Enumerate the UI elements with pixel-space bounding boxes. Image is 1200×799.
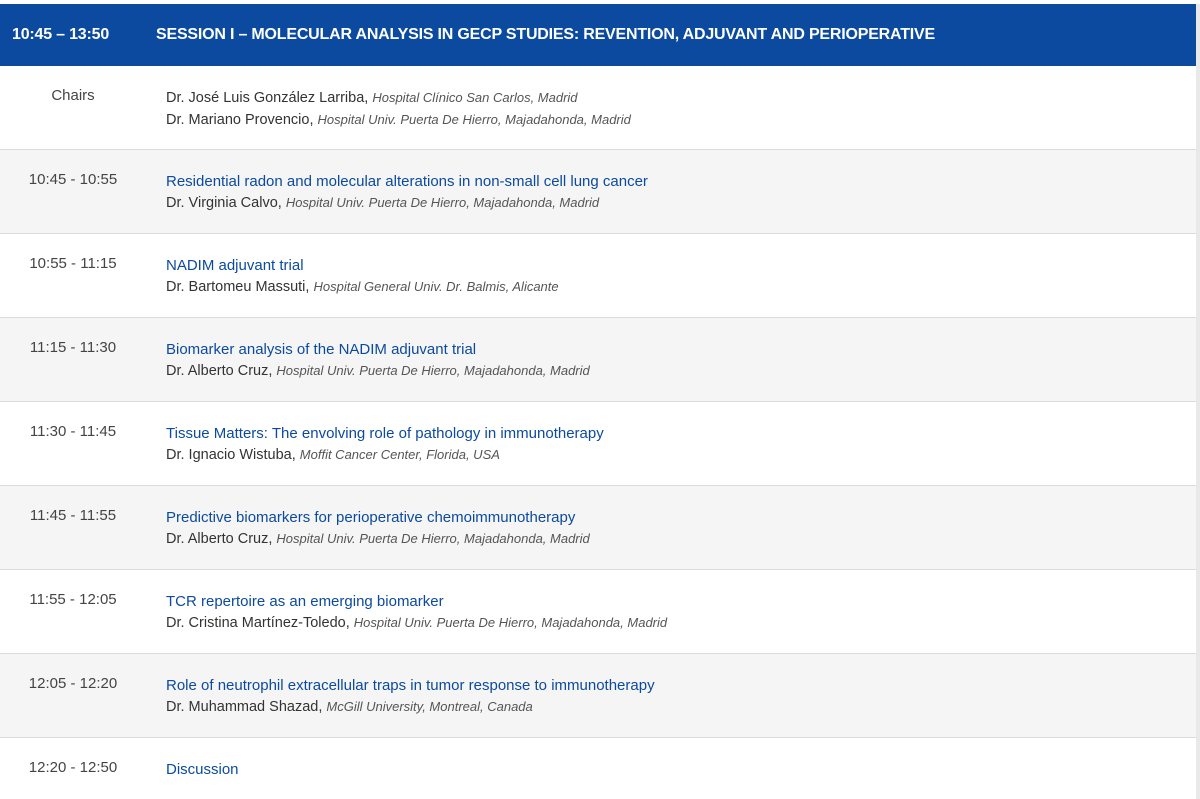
chair-name: Dr. Mariano Provencio,: [166, 112, 314, 128]
talk-time: 10:55 - 11:15: [29, 255, 117, 272]
talk-time: 11:15 - 11:30: [29, 339, 117, 356]
talk-content: Residential radon and molecular alterati…: [146, 150, 648, 214]
talk-content: Tissue Matters: The envolving role of pa…: [146, 402, 604, 466]
agenda-page: 10:45 – 13:50 SESSION I – MOLECULAR ANAL…: [0, 0, 1200, 799]
talk-speaker: Dr. Muhammad Shazad, McGill University, …: [166, 696, 655, 718]
session-header: 10:45 – 13:50 SESSION I – MOLECULAR ANAL…: [0, 4, 1196, 66]
chair-affiliation: Hospital Clínico San Carlos, Madrid: [372, 90, 578, 105]
chairs-row: Chairs Dr. José Luis González Larriba, H…: [0, 66, 1196, 150]
talk-title[interactable]: Role of neutrophil extracellular traps i…: [166, 675, 655, 696]
talk-time: 11:30 - 11:45: [29, 423, 117, 440]
talk-content: NADIM adjuvant trial Dr. Bartomeu Massut…: [146, 234, 559, 298]
talk-title[interactable]: Residential radon and molecular alterati…: [166, 171, 648, 192]
talk-content: Discussion: [146, 738, 239, 780]
talk-speaker: Dr. Cristina Martínez-Toledo, Hospital U…: [166, 612, 667, 634]
talk-content: Predictive biomarkers for perioperative …: [146, 486, 590, 550]
talk-row: 12:05 - 12:20 Role of neutrophil extrace…: [0, 654, 1196, 738]
talk-title[interactable]: Discussion: [166, 759, 239, 780]
speaker-affiliation: Hospital Univ. Puerta De Hierro, Majadah…: [276, 363, 590, 378]
talk-row: 11:15 - 11:30 Biomarker analysis of the …: [0, 318, 1196, 402]
talk-time: 12:20 - 12:50: [28, 759, 118, 776]
talk-speaker: Dr. Ignacio Wistuba, Moffit Cancer Cente…: [166, 444, 604, 466]
chair-person: Dr. Mariano Provencio, Hospital Univ. Pu…: [166, 109, 631, 131]
speaker-name: Dr. Virginia Calvo,: [166, 195, 282, 211]
chairs-label: Chairs: [51, 87, 95, 104]
talk-title[interactable]: Predictive biomarkers for perioperative …: [166, 507, 590, 528]
talk-row: 11:30 - 11:45 Tissue Matters: The envolv…: [0, 402, 1196, 486]
talk-title[interactable]: TCR repertoire as an emerging biomarker: [166, 591, 667, 612]
talk-speaker: Dr. Virginia Calvo, Hospital Univ. Puert…: [166, 192, 648, 214]
talk-content: Biomarker analysis of the NADIM adjuvant…: [146, 318, 590, 382]
talk-row: 10:45 - 10:55 Residential radon and mole…: [0, 150, 1196, 234]
talk-row: 11:45 - 11:55 Predictive biomarkers for …: [0, 486, 1196, 570]
speaker-name: Dr. Alberto Cruz,: [166, 363, 273, 379]
talk-content: Role of neutrophil extracellular traps i…: [146, 654, 655, 718]
talk-row: 10:55 - 11:15 NADIM adjuvant trial Dr. B…: [0, 234, 1196, 318]
speaker-affiliation: Hospital Univ. Puerta De Hierro, Majadah…: [276, 531, 590, 546]
talk-row: 12:20 - 12:50 Discussion: [0, 738, 1196, 799]
speaker-affiliation: McGill University, Montreal, Canada: [326, 699, 533, 714]
talk-row: 11:55 - 12:05 TCR repertoire as an emerg…: [0, 570, 1196, 654]
talk-time: 10:45 - 10:55: [28, 171, 118, 188]
speaker-name: Dr. Alberto Cruz,: [166, 531, 273, 547]
speaker-affiliation: Hospital General Univ. Dr. Balmis, Alica…: [313, 279, 559, 294]
speaker-affiliation: Moffit Cancer Center, Florida, USA: [299, 447, 500, 462]
speaker-affiliation: Hospital Univ. Puerta De Hierro, Majadah…: [353, 615, 668, 630]
session-time: 10:45 – 13:50: [12, 26, 110, 43]
talk-speaker: Dr. Bartomeu Massuti, Hospital General U…: [166, 276, 559, 298]
speaker-name: Dr. Bartomeu Massuti,: [166, 279, 310, 295]
talk-title[interactable]: NADIM adjuvant trial: [166, 255, 559, 276]
scrollbar-track[interactable]: [1196, 4, 1200, 799]
talk-speaker: Dr. Alberto Cruz, Hospital Univ. Puerta …: [166, 360, 590, 382]
talk-title[interactable]: Biomarker analysis of the NADIM adjuvant…: [166, 339, 590, 360]
talk-time: 11:55 - 12:05: [29, 591, 117, 608]
talk-content: TCR repertoire as an emerging biomarker …: [146, 570, 667, 634]
chair-name: Dr. José Luis González Larriba,: [166, 90, 369, 106]
speaker-name: Dr. Muhammad Shazad,: [166, 699, 323, 715]
talk-speaker: Dr. Alberto Cruz, Hospital Univ. Puerta …: [166, 528, 590, 550]
talk-time: 11:45 - 11:55: [29, 507, 117, 524]
talk-title[interactable]: Tissue Matters: The envolving role of pa…: [166, 423, 604, 444]
talk-time: 12:05 - 12:20: [28, 675, 118, 692]
chairs-list: Dr. José Luis González Larriba, Hospital…: [146, 66, 631, 131]
speaker-name: Dr. Cristina Martínez-Toledo,: [166, 615, 350, 631]
agenda-rows: Chairs Dr. José Luis González Larriba, H…: [0, 66, 1196, 799]
chair-person: Dr. José Luis González Larriba, Hospital…: [166, 87, 631, 109]
speaker-affiliation: Hospital Univ. Puerta De Hierro, Majadah…: [285, 195, 600, 210]
chair-affiliation: Hospital Univ. Puerta De Hierro, Majadah…: [317, 112, 631, 127]
speaker-name: Dr. Ignacio Wistuba,: [166, 447, 296, 463]
session-title: SESSION I – MOLECULAR ANALYSIS IN GECP S…: [156, 26, 935, 43]
